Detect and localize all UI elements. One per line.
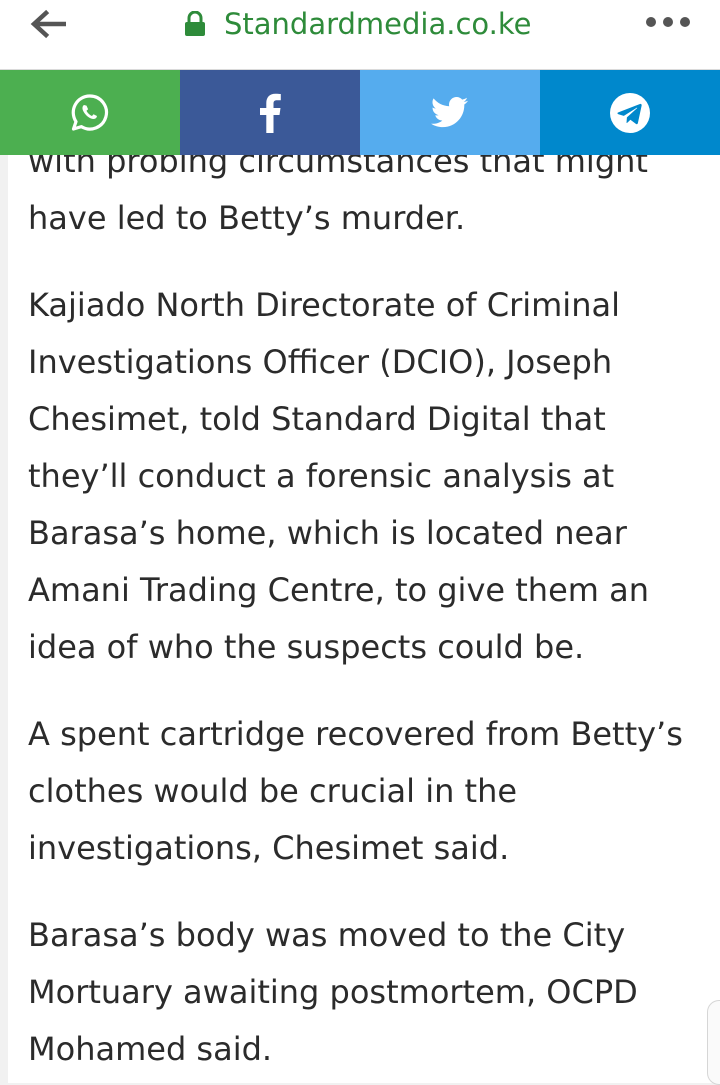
share-facebook-button[interactable] — [180, 70, 360, 155]
more-horizontal-icon[interactable] — [645, 14, 691, 30]
share-bar — [0, 70, 720, 155]
arrow-left-icon[interactable] — [30, 8, 66, 40]
article-paragraph: Barasa’s body was moved to the City Mort… — [28, 916, 638, 1068]
share-twitter-button[interactable] — [360, 70, 540, 155]
article-body: with probing circumstances that might ha… — [8, 70, 720, 1083]
twitter-icon — [431, 96, 468, 127]
whatsapp-icon — [71, 93, 109, 131]
share-whatsapp-button[interactable] — [0, 70, 180, 155]
url-text: Standardmedia.co.ke — [224, 7, 532, 41]
scroll-handle[interactable] — [707, 1000, 720, 1085]
lock-icon — [185, 11, 205, 36]
facebook-icon — [260, 93, 281, 133]
telegram-icon — [610, 92, 650, 133]
share-telegram-button[interactable] — [540, 70, 720, 155]
browser-address-bar: Standardmedia.co.ke — [0, 0, 720, 70]
article-paragraph: A spent cartridge recovered from Betty’s… — [28, 715, 683, 867]
article-paragraph: Kajiado North Directorate of Criminal In… — [28, 286, 649, 666]
url-field[interactable]: Standardmedia.co.ke — [184, 6, 531, 42]
